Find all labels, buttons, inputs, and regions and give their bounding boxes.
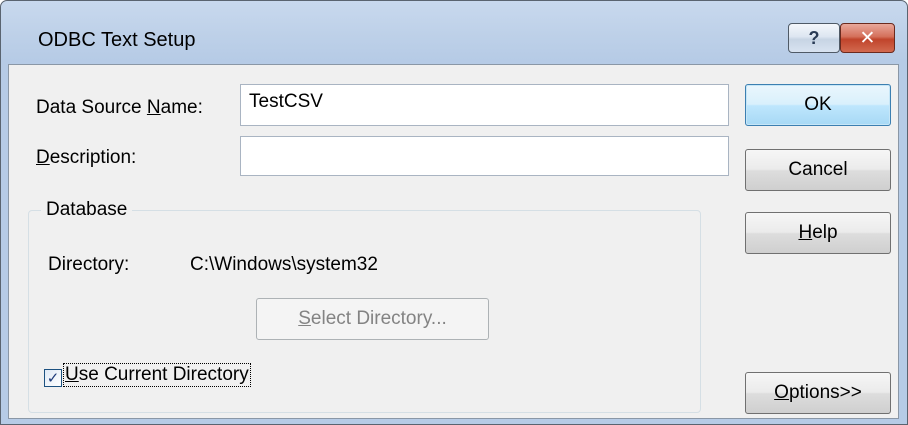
description-label: Description:	[36, 147, 137, 168]
close-icon: ✕	[859, 27, 876, 49]
use-current-directory-checkbox[interactable]: ✓	[44, 369, 62, 387]
directory-value: C:\Windows\system32	[190, 254, 378, 275]
data-source-name-value: TestCSV	[249, 91, 323, 112]
help-button-label: Help	[798, 222, 838, 243]
cancel-button-label: Cancel	[788, 159, 848, 180]
ok-button-label: OK	[804, 94, 832, 115]
question-mark-icon: ?	[808, 27, 820, 48]
data-source-name-label: Data Source Name:	[36, 97, 203, 118]
help-button[interactable]: Help	[745, 212, 891, 254]
options-button[interactable]: Options>>	[745, 372, 891, 414]
database-group-title: Database	[41, 199, 133, 221]
ok-button[interactable]: OK	[745, 84, 891, 126]
window-title: ODBC Text Setup	[38, 29, 196, 51]
help-title-button[interactable]: ?	[788, 23, 840, 53]
cancel-button[interactable]: Cancel	[745, 149, 891, 191]
select-directory-button[interactable]: Select Directory...	[256, 298, 489, 340]
close-button[interactable]: ✕	[840, 23, 895, 53]
use-current-directory-label[interactable]: Use Current Directory	[63, 363, 251, 387]
data-source-name-field[interactable]: TestCSV	[240, 84, 729, 126]
title-bar[interactable]: ODBC Text Setup ? ✕	[1, 1, 907, 65]
options-button-label: Options>>	[774, 382, 862, 403]
description-field[interactable]	[240, 136, 729, 176]
directory-label: Directory:	[48, 254, 130, 275]
select-directory-label: Select Directory...	[298, 308, 447, 329]
checkmark-icon: ✓	[46, 370, 60, 387]
